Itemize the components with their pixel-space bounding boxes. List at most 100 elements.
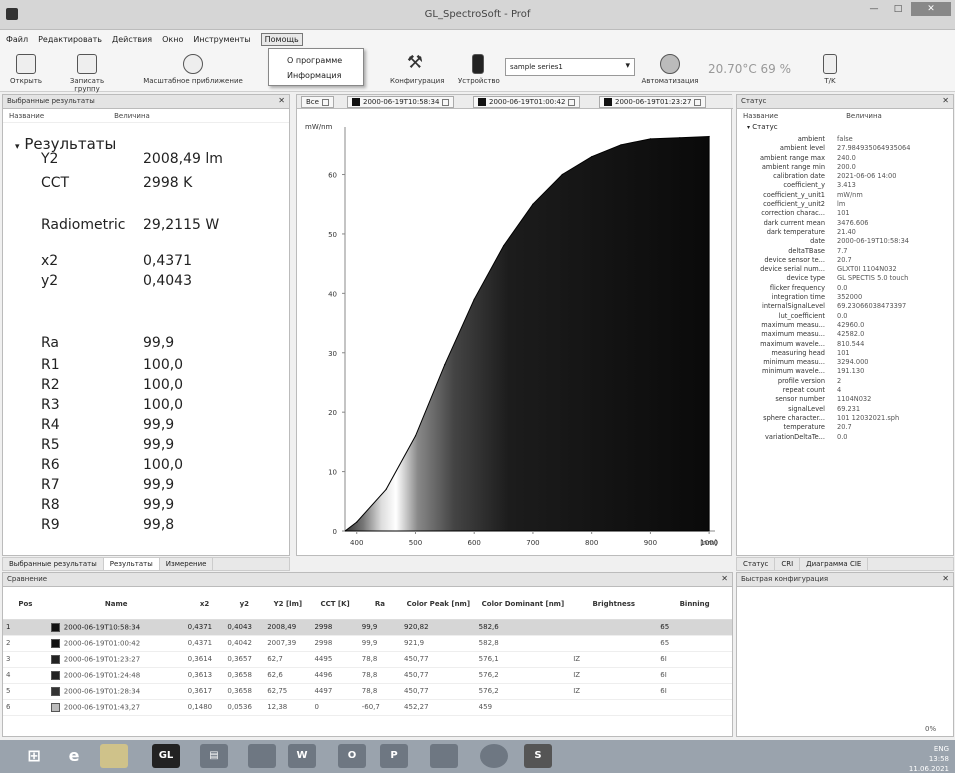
status-row[interactable]: variationDeltaTe... 0.0: [741, 433, 951, 442]
tab-series-2[interactable]: 2000-06-19T01:00:42: [473, 96, 581, 108]
tab-measurement[interactable]: Измерение: [160, 558, 214, 570]
status-row[interactable]: calibration date 2021-06-06 14:00: [741, 172, 951, 181]
column-header[interactable]: Y2 [lm]: [264, 589, 312, 620]
taskbar-app-outlook[interactable]: O: [338, 744, 366, 768]
table-row[interactable]: 5 2000-06-19T01:28:34 0,3617 0,3658 62,75 449…: [3, 683, 732, 700]
checkbox[interactable]: [568, 98, 576, 106]
tab-cri[interactable]: CRI: [775, 558, 801, 570]
taskbar-app-media[interactable]: [480, 744, 508, 768]
status-row[interactable]: ambient range max 240.0: [741, 154, 951, 163]
table-row[interactable]: 6 2000-06-19T01:43,27 0,1480 0,0536 12,38 0 -6…: [3, 699, 732, 716]
open-button[interactable]: Открыть: [8, 54, 44, 85]
tab-series-3[interactable]: 2000-06-19T01:23:27: [599, 96, 707, 108]
tab-status[interactable]: Статус: [737, 558, 776, 570]
column-header[interactable]: Color Peak [nm]: [401, 589, 476, 620]
tab-series-1[interactable]: 2000-06-19T10:58:34: [347, 96, 455, 108]
taskbar-app-other[interactable]: [430, 744, 458, 768]
status-row[interactable]: coefficient_y_unit2 lm: [741, 200, 951, 209]
zoom-button[interactable]: Масштабное приближение: [138, 54, 248, 85]
status-row[interactable]: maximum measu... 42960.0: [741, 321, 951, 330]
tab-selected-results[interactable]: Выбранные результаты: [3, 558, 104, 570]
browser-icon[interactable]: e: [60, 744, 88, 768]
status-row[interactable]: device serial num... GLXT0I 1104N032: [741, 265, 951, 274]
status-row[interactable]: temperature 20.7: [741, 423, 951, 432]
explorer-icon[interactable]: [100, 744, 128, 768]
status-row[interactable]: maximum wavele... 810.544: [741, 340, 951, 349]
close-panel-icon[interactable]: ✕: [721, 574, 728, 583]
status-row[interactable]: lut_coefficient 0.0: [741, 312, 951, 321]
status-row[interactable]: dark current mean 3476.606: [741, 219, 951, 228]
checkbox[interactable]: [321, 98, 329, 106]
taskbar-app-doc[interactable]: ▤: [200, 744, 228, 768]
table-row[interactable]: 3 2000-06-19T01:23:27 0,3614 0,3657 62,7 4495…: [3, 651, 732, 668]
menu-edit[interactable]: Редактировать: [38, 35, 102, 44]
status-row[interactable]: flicker frequency 0.0: [741, 284, 951, 293]
status-row[interactable]: coefficient_y_unit1 mW/nm: [741, 191, 951, 200]
status-row[interactable]: ambient level 27.984935064935064: [741, 144, 951, 153]
tab-results[interactable]: Результаты: [103, 558, 160, 570]
table-row[interactable]: 4 2000-06-19T01:24:48 0,3613 0,3658 62,6 4496…: [3, 667, 732, 684]
column-header[interactable]: y2: [224, 589, 265, 620]
status-row[interactable]: minimum measu... 3294.000: [741, 358, 951, 367]
menu-tools[interactable]: Инструменты: [193, 35, 250, 44]
column-header[interactable]: CCT [K]: [311, 589, 359, 620]
table-row[interactable]: 2 2000-06-19T01:00:42 0,4371 0,4042 2007,39 2…: [3, 635, 732, 652]
configuration-button[interactable]: ⚒ Конфигурация: [390, 54, 444, 86]
tk-button[interactable]: T/K: [818, 54, 842, 85]
taskbar-app-gl[interactable]: GL: [152, 744, 180, 768]
column-header[interactable]: Name: [47, 589, 185, 620]
status-row[interactable]: internalSignalLevel 69.23066038473397: [741, 302, 951, 311]
status-row[interactable]: integration time 352000: [741, 293, 951, 302]
status-row[interactable]: date 2000-06-19T10:58:34: [741, 237, 951, 246]
status-row[interactable]: profile version 2: [741, 377, 951, 386]
column-header[interactable]: Color Dominant [nm]: [475, 589, 571, 620]
close-panel-icon[interactable]: ✕: [278, 96, 285, 105]
status-row[interactable]: measuring head 101: [741, 349, 951, 358]
taskbar-app-word[interactable]: W: [288, 744, 316, 768]
status-row[interactable]: sensor number 1104N032: [741, 395, 951, 404]
status-row[interactable]: signalLevel 69.231: [741, 405, 951, 414]
taskbar-app-excel[interactable]: [248, 744, 276, 768]
status-row[interactable]: minimum wavele... 191.130: [741, 367, 951, 376]
status-row[interactable]: device sensor te... 20.7: [741, 256, 951, 265]
table-row[interactable]: 1 2000-06-19T10:58:34 0,4371 0,4043 2008,49 2…: [3, 619, 732, 636]
tree-expand-icon[interactable]: ▾: [747, 124, 750, 131]
results-tree-root[interactable]: ▾ Результаты: [15, 135, 116, 153]
status-row[interactable]: ambient range min 200.0: [741, 163, 951, 172]
status-row[interactable]: repeat count 4: [741, 386, 951, 395]
series-select[interactable]: sample series1 ▾: [505, 58, 635, 76]
status-row[interactable]: correction charac... 101: [741, 209, 951, 218]
status-row[interactable]: deltaTBase 7.7: [741, 247, 951, 256]
windows-start-icon[interactable]: ⊞: [20, 744, 48, 768]
tab-cie-diagram[interactable]: Диаграмма CIE: [800, 558, 869, 570]
column-header[interactable]: Pos: [3, 589, 48, 620]
status-row[interactable]: ambient false: [741, 135, 951, 144]
menu-item-info[interactable]: Информация: [287, 68, 363, 83]
status-row[interactable]: sphere character... 101 12032021.sph: [741, 414, 951, 423]
tree-expand-icon[interactable]: ▾: [15, 142, 20, 152]
minimize-button[interactable]: —: [863, 2, 885, 16]
language-indicator[interactable]: ENG: [934, 745, 949, 753]
status-row[interactable]: maximum measu... 42582.0: [741, 330, 951, 339]
taskbar-app-powerpoint[interactable]: P: [380, 744, 408, 768]
column-header[interactable]: Binning: [657, 589, 732, 620]
tab-all[interactable]: Все: [301, 96, 334, 108]
menu-item-about[interactable]: О программе: [287, 53, 363, 68]
status-row[interactable]: device type GL SPECTIS 5.0 touch: [741, 274, 951, 283]
close-panel-icon[interactable]: ✕: [942, 96, 949, 105]
column-header[interactable]: Ra: [358, 589, 402, 620]
status-row[interactable]: coefficient_y 3.413: [741, 181, 951, 190]
close-button[interactable]: ✕: [911, 2, 951, 16]
device-button[interactable]: Устройство: [458, 54, 500, 85]
menu-window[interactable]: Окно: [162, 35, 183, 44]
checkbox[interactable]: [694, 98, 702, 106]
menu-actions[interactable]: Действия: [112, 35, 152, 44]
taskbar-app-skype[interactable]: S: [524, 744, 552, 768]
automation-button[interactable]: Автоматизация: [640, 54, 700, 85]
close-panel-icon[interactable]: ✕: [942, 574, 949, 583]
maximize-button[interactable]: □: [887, 2, 909, 16]
system-clock[interactable]: ENG 13:58 11.06.2021: [909, 744, 949, 773]
menu-help[interactable]: Помощь: [260, 32, 303, 46]
column-header[interactable]: x2: [184, 589, 225, 620]
menu-file[interactable]: Файл: [6, 35, 28, 44]
